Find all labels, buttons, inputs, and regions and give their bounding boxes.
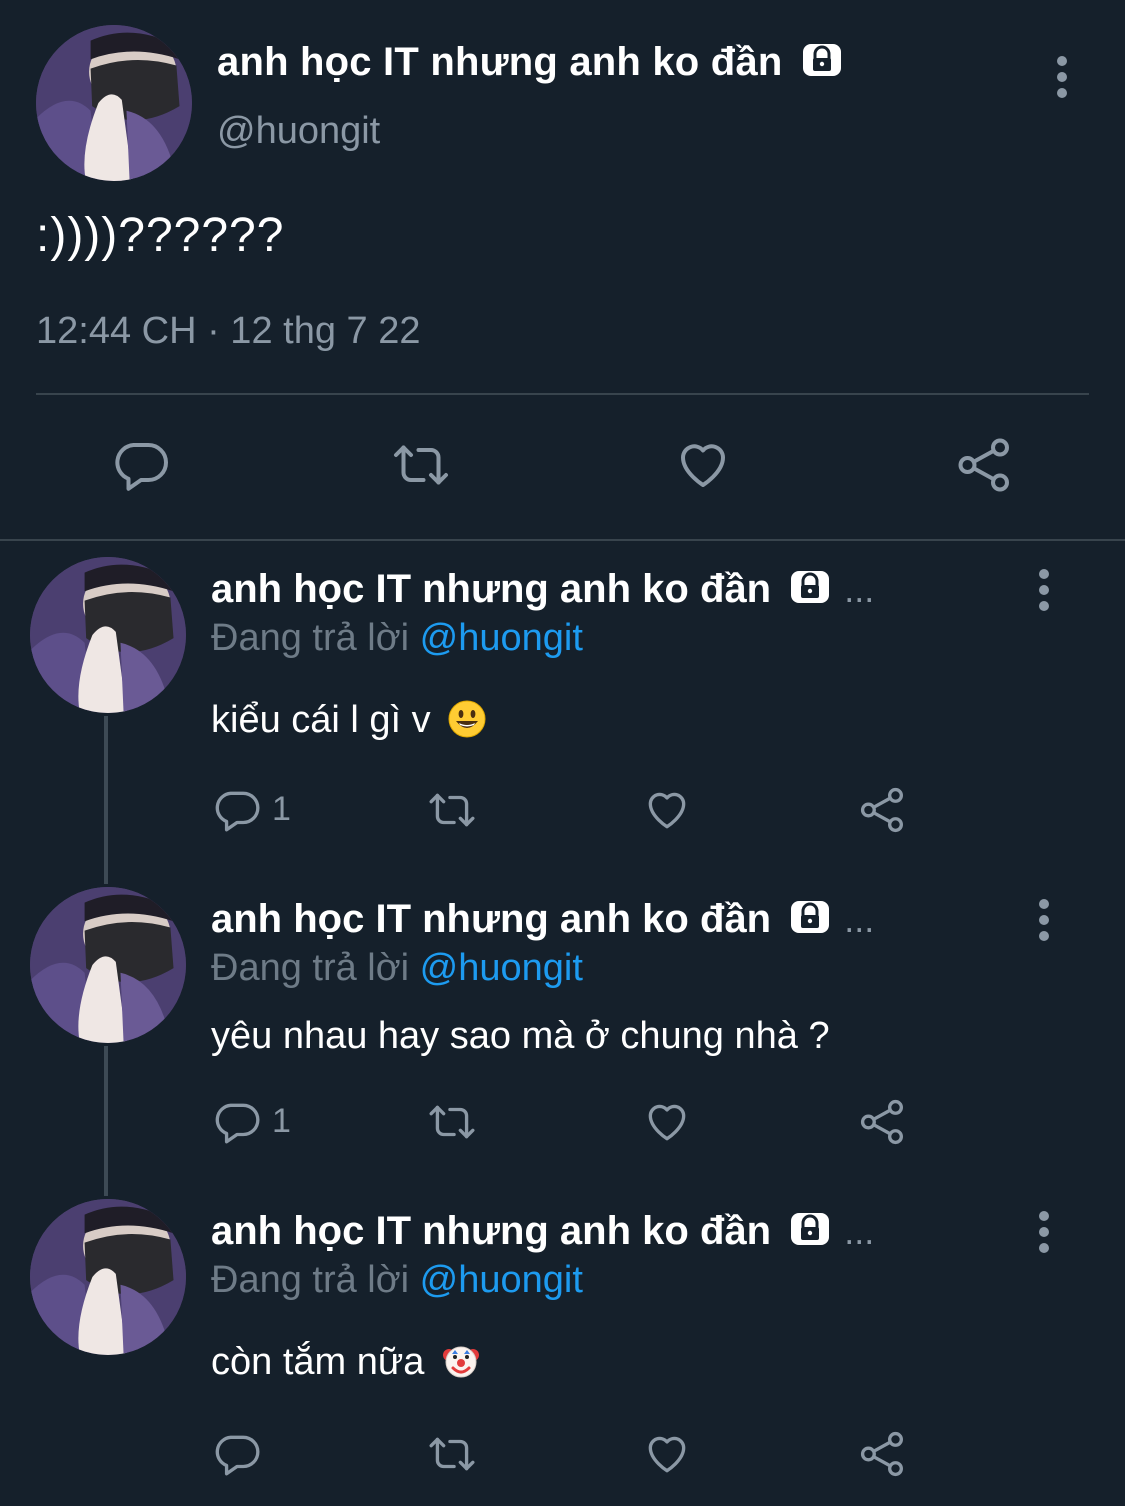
- like-icon[interactable]: [673, 435, 733, 495]
- share-icon[interactable]: [858, 1097, 908, 1147]
- share-icon[interactable]: [955, 435, 1015, 495]
- reply-text: kiểu cái l gì v: [211, 699, 487, 742]
- avatar[interactable]: [30, 1199, 186, 1355]
- retweet-icon[interactable]: [427, 1097, 477, 1147]
- truncation-ellipsis: ...: [844, 899, 875, 940]
- reply-tweet[interactable]: anh học IT nhưng anh ko đần ... Đang trả…: [0, 557, 1125, 877]
- replying-to: Đang trả lời @huongit: [211, 947, 583, 990]
- retweet-icon[interactable]: [427, 1429, 477, 1479]
- avatar[interactable]: [30, 887, 186, 1043]
- mention-link[interactable]: @huongit: [420, 617, 583, 659]
- lock-icon: [790, 1211, 830, 1247]
- display-name[interactable]: anh học IT nhưng anh ko đần ...: [211, 897, 874, 942]
- more-vertical-icon[interactable]: [1037, 1211, 1051, 1255]
- like-icon[interactable]: [642, 1097, 692, 1147]
- smiley-face-emoji: [447, 699, 487, 739]
- reply-count: 1: [272, 790, 291, 828]
- reply-icon[interactable]: [111, 435, 171, 495]
- replying-label: Đang trả lời: [211, 1259, 410, 1301]
- avatar-image: [36, 25, 192, 181]
- clown-face-emoji: [441, 1341, 481, 1381]
- main-tweet: anh học IT nhưng anh ko đần @huongit :))…: [0, 0, 1125, 540]
- more-vertical-icon[interactable]: [1037, 899, 1051, 943]
- tweet-thread-page: anh học IT nhưng anh ko đần @huongit :))…: [0, 0, 1125, 1506]
- tweet-text: :))))??????: [36, 209, 285, 262]
- section-divider: [0, 539, 1125, 541]
- action-bar: [0, 430, 1125, 502]
- timestamp[interactable]: 12:44 CH · 12 thg 7 22: [36, 310, 420, 353]
- more-vertical-icon[interactable]: [1037, 569, 1051, 613]
- divider: [36, 393, 1089, 395]
- share-icon[interactable]: [858, 785, 908, 835]
- retweet-icon[interactable]: [391, 435, 451, 495]
- display-name-text: anh học IT nhưng anh ko đần: [211, 1209, 772, 1253]
- mention-link[interactable]: @huongit: [420, 947, 583, 989]
- reply-icon[interactable]: [212, 1429, 262, 1479]
- avatar-image: [30, 557, 186, 713]
- lock-icon: [802, 42, 842, 78]
- display-name-text: anh học IT nhưng anh ko đần: [217, 40, 783, 84]
- reply-text-content: kiểu cái l gì v: [211, 699, 431, 741]
- reply-text-content: yêu nhau hay sao mà ở chung nhà ?: [211, 1015, 830, 1057]
- replying-to: Đang trả lời @huongit: [211, 617, 583, 660]
- avatar[interactable]: [36, 25, 192, 181]
- mention-link[interactable]: @huongit: [420, 1259, 583, 1301]
- retweet-icon[interactable]: [427, 785, 477, 835]
- more-vertical-icon[interactable]: [1055, 56, 1069, 100]
- like-icon[interactable]: [642, 785, 692, 835]
- replying-label: Đang trả lời: [211, 947, 410, 989]
- reply-icon[interactable]: [212, 1097, 262, 1147]
- reply-count: 1: [272, 1102, 291, 1140]
- handle[interactable]: @huongit: [217, 110, 380, 153]
- replying-label: Đang trả lời: [211, 617, 410, 659]
- display-name-text: anh học IT nhưng anh ko đần: [211, 897, 772, 941]
- reply-text-content: còn tắm nữa: [211, 1341, 425, 1383]
- truncation-ellipsis: ...: [844, 569, 875, 610]
- share-icon[interactable]: [858, 1429, 908, 1479]
- reply-tweet[interactable]: anh học IT nhưng anh ko đần ... Đang trả…: [0, 1199, 1125, 1499]
- reply-icon[interactable]: [212, 785, 262, 835]
- replying-to: Đang trả lời @huongit: [211, 1259, 583, 1302]
- like-icon[interactable]: [642, 1429, 692, 1479]
- avatar-image: [30, 1199, 186, 1355]
- avatar[interactable]: [30, 557, 186, 713]
- display-name-text: anh học IT nhưng anh ko đần: [211, 567, 772, 611]
- display-name[interactable]: anh học IT nhưng anh ko đần ...: [211, 567, 874, 612]
- reply-text: yêu nhau hay sao mà ở chung nhà ?: [211, 1015, 830, 1058]
- action-bar: 1: [0, 785, 1125, 845]
- display-name[interactable]: anh học IT nhưng anh ko đần: [217, 40, 842, 85]
- action-bar: 1: [0, 1097, 1125, 1157]
- reply-tweet[interactable]: anh học IT nhưng anh ko đần ... Đang trả…: [0, 887, 1125, 1187]
- avatar-image: [30, 887, 186, 1043]
- truncation-ellipsis: ...: [844, 1211, 875, 1252]
- action-bar: [0, 1429, 1125, 1489]
- display-name[interactable]: anh học IT nhưng anh ko đần ...: [211, 1209, 874, 1254]
- reply-text: còn tắm nữa: [211, 1341, 481, 1384]
- lock-icon: [790, 899, 830, 935]
- lock-icon: [790, 569, 830, 605]
